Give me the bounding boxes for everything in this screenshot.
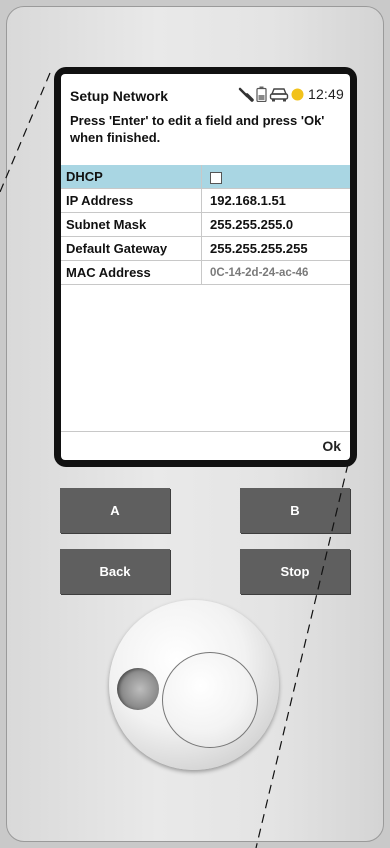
wrench-icon xyxy=(238,87,254,102)
b-button[interactable]: B xyxy=(240,488,350,533)
ip-address-field[interactable]: 192.168.1.51 xyxy=(201,188,350,213)
ok-softkey[interactable]: Ok xyxy=(322,438,341,454)
back-button[interactable]: Back xyxy=(60,549,170,594)
table-row-subnet-mask[interactable]: Subnet Mask 255.255.255.0 xyxy=(61,212,350,237)
wheel-grip[interactable] xyxy=(117,668,159,710)
battery-icon xyxy=(256,86,267,102)
table-row-default-gateway[interactable]: Default Gateway 255.255.255.255 xyxy=(61,236,350,261)
field-label: Default Gateway xyxy=(61,236,202,261)
instruction-text: Press 'Enter' to edit a field and press … xyxy=(70,113,325,145)
a-button[interactable]: A xyxy=(60,488,170,533)
table-row-dhcp[interactable]: DHCP xyxy=(61,165,350,189)
car-icon xyxy=(269,88,289,102)
device-screen: Setup Network 12:49 Press 'Enter' to edi… xyxy=(61,74,350,460)
clock: 12:49 xyxy=(307,86,344,102)
status-bar: 12:49 xyxy=(238,86,344,102)
dhcp-cell[interactable] xyxy=(201,165,350,189)
title-bar: Setup Network 12:49 xyxy=(61,74,350,106)
default-gateway-field[interactable]: 255.255.255.255 xyxy=(201,236,350,261)
field-label: Subnet Mask xyxy=(61,212,202,237)
mac-address-value: 0C-14-2d-24-ac-46 xyxy=(201,260,350,285)
stop-button[interactable]: Stop xyxy=(240,549,350,594)
field-label: MAC Address xyxy=(61,260,202,285)
field-label: DHCP xyxy=(61,165,202,189)
field-label: IP Address xyxy=(61,188,202,213)
network-settings-table: DHCP IP Address 192.168.1.51 Subnet Mask… xyxy=(61,165,350,285)
screen-bezel: Setup Network 12:49 Press 'Enter' to edi… xyxy=(54,67,357,467)
page-title: Setup Network xyxy=(70,88,169,104)
dhcp-checkbox[interactable] xyxy=(210,171,222,184)
sun-icon xyxy=(291,88,304,100)
table-row-ip-address[interactable]: IP Address 192.168.1.51 xyxy=(61,188,350,213)
table-row-mac-address: MAC Address 0C-14-2d-24-ac-46 xyxy=(61,260,350,285)
enter-button[interactable] xyxy=(162,652,258,748)
subnet-mask-field[interactable]: 255.255.255.0 xyxy=(201,212,350,237)
softkey-bar: Ok xyxy=(61,431,350,460)
